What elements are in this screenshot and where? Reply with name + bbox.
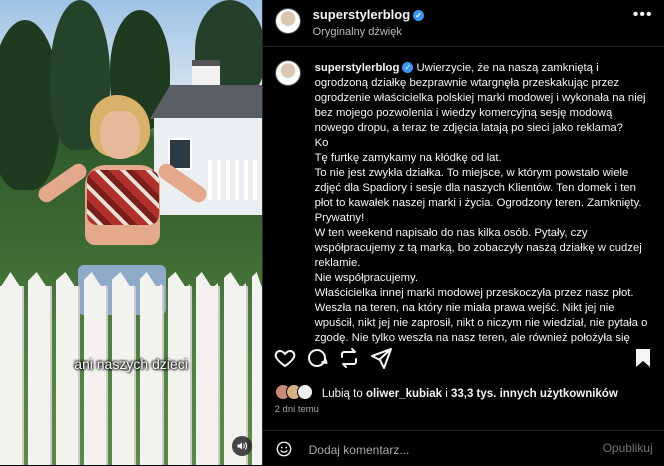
add-comment-bar: Opublikuj <box>262 430 664 466</box>
repost-icon[interactable] <box>337 346 361 370</box>
comment-line: W ten weekend napisało do nas kilka osób… <box>314 227 642 269</box>
comment-line: Tę furtkę zamykamy na kłódkę od lat. <box>314 152 502 164</box>
comment-line: Nie współpracujemy. <box>314 272 418 284</box>
video-caption: ani naszych dzieci <box>74 356 188 372</box>
comment-input[interactable] <box>306 439 591 461</box>
likes-user-link[interactable]: oliwer_kubiak <box>366 388 442 400</box>
likes-prefix: Lubią to <box>321 388 363 400</box>
comment-line: Ko <box>314 137 329 149</box>
likes-count-link[interactable]: 33,3 tys. innych użytkowników <box>451 388 618 400</box>
post-details-panel: superstylerblog ✓ Oryginalny dźwięk ••• s… <box>261 0 664 466</box>
share-icon[interactable] <box>369 346 393 370</box>
save-bookmark-icon[interactable] <box>631 346 655 370</box>
comment-avatar[interactable] <box>274 60 301 86</box>
post-header: superstylerblog ✓ Oryginalny dźwięk ••• <box>262 0 664 47</box>
verified-badge-icon: ✓ <box>413 10 425 21</box>
caption-comment: superstylerblog ✓ Uwierzycie, że na naszą… <box>315 61 650 346</box>
post-viewer: ani naszych dzieci superstylerblog ✓ Oryg… <box>0 0 664 465</box>
likes-conjunction: i <box>445 388 448 400</box>
liker-avatar <box>296 384 313 400</box>
audio-toggle-button[interactable] <box>232 436 252 456</box>
verified-badge-icon: ✓ <box>402 62 414 73</box>
more-options-icon[interactable]: ••• <box>633 6 653 24</box>
white-fence <box>0 286 262 465</box>
comment-line: To nie jest zwykła działka. To miejsce, … <box>314 167 642 224</box>
emoji-icon[interactable] <box>275 440 293 458</box>
comment-username[interactable]: superstylerblog <box>315 62 400 74</box>
header-username[interactable]: superstylerblog ✓ <box>313 7 425 22</box>
likes-summary: Lubią to oliwer_kubiak i 33,3 tys. innyc… <box>274 384 618 400</box>
action-bar <box>263 346 664 376</box>
avatar[interactable] <box>274 8 301 34</box>
post-date[interactable]: 2 dni temu <box>275 404 319 415</box>
audio-label[interactable]: Oryginalny dźwięk <box>313 26 402 38</box>
post-comment-button[interactable]: Opublikuj <box>603 441 653 455</box>
speaker-icon <box>237 442 247 450</box>
header-username-text[interactable]: superstylerblog <box>313 7 411 22</box>
like-heart-icon[interactable] <box>273 346 297 370</box>
comment-bubble-icon[interactable] <box>305 346 329 370</box>
reel-video[interactable]: ani naszych dzieci <box>0 0 262 465</box>
comment-line: Właścicielka innej marki modowej przesko… <box>314 287 648 344</box>
